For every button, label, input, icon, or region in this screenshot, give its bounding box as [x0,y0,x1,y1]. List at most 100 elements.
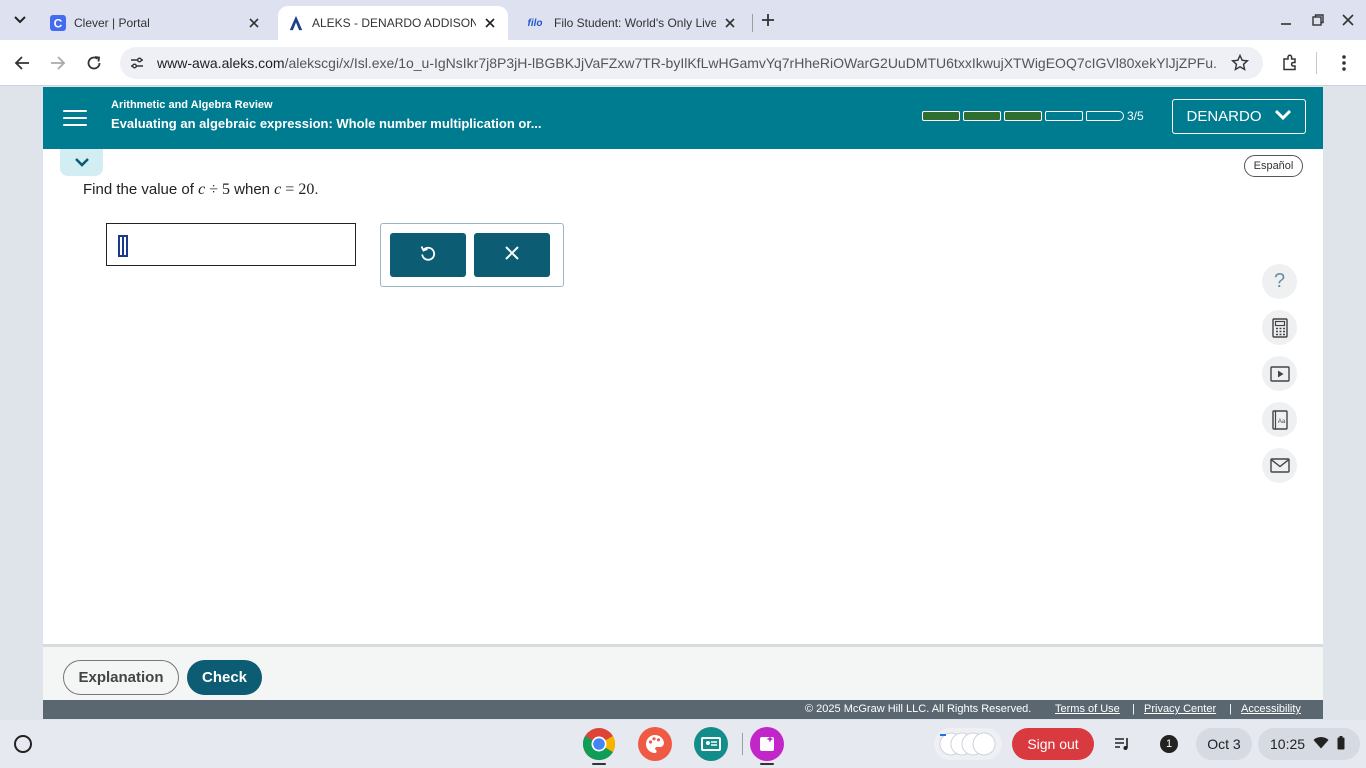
browser-toolbar: www-awa.aleks.com/alekscgi/x/Isl.exe/1o_… [0,40,1366,86]
more-menu-icon[interactable] [1332,51,1356,75]
espanol-button[interactable]: Español [1244,155,1303,177]
aleks-page: Arithmetic and Algebra Review Evaluating… [43,87,1323,719]
back-arrow-icon[interactable] [10,51,34,75]
tab-clever[interactable]: C Clever | Portal [40,6,272,40]
running-indicator [592,763,606,765]
tab-filo[interactable]: filo Filo Student: World's Only Live I [514,6,748,40]
answer-input[interactable] [106,223,356,266]
media-playlist-icon[interactable] [1108,728,1136,760]
tab-aleks[interactable]: ALEKS - DENARDO ADDISON - L [278,6,508,40]
undo-icon [419,244,437,267]
running-indicator [760,763,774,765]
tab-separator [752,14,753,32]
question-prefix: Find the value of [83,181,194,198]
classroom-icon[interactable] [694,727,728,761]
expr-operator: ÷ [209,181,218,198]
tab-title: ALEKS - DENARDO ADDISON - L [312,16,476,30]
aleks-header: Arithmetic and Algebra Review Evaluating… [43,87,1323,149]
url-text: www-awa.aleks.com/alekscgi/x/Isl.exe/1o_… [157,55,1217,71]
accessibility-link[interactable]: Accessibility [1241,703,1301,715]
toolbar-divider [1316,52,1317,74]
new-tab-plus-icon[interactable] [758,10,778,30]
reload-icon[interactable] [82,51,106,75]
copyright-text: © 2025 McGraw Hill LLC. All Rights Reser… [805,703,1032,715]
question-suffix: . [314,181,319,198]
user-name: DENARDO [1186,108,1262,125]
mail-icon[interactable] [1262,448,1297,483]
close-icon [504,245,520,266]
close-icon[interactable] [482,15,498,31]
progress-label: 3/5 [1127,109,1144,123]
text-cursor [122,237,124,255]
terms-link[interactable]: Terms of Use [1055,703,1120,715]
collapse-toggle[interactable] [60,149,103,176]
tab-strip: C Clever | Portal ALEKS - DENARDO ADDISO… [0,0,1366,40]
battery-icon [1337,735,1345,753]
chevron-down-icon [74,154,90,172]
os-shelf: Sign out 1 Oct 3 10:25 [0,720,1366,768]
notification-count: 1 [1160,735,1178,753]
tab-search-chevron-icon[interactable] [8,8,32,32]
expr-number: 5 [221,181,230,198]
launcher-icon[interactable] [14,735,32,753]
answer-tools-panel [380,223,564,287]
wifi-icon [1313,736,1329,752]
video-icon[interactable] [1262,356,1297,391]
question-middle: when [234,181,270,198]
filo-logo-icon: filo [527,17,543,29]
notification-badge[interactable]: 1 [1154,728,1184,760]
help-icon[interactable]: ? [1262,264,1297,299]
user-menu-button[interactable]: DENARDO [1172,99,1306,134]
check-button[interactable]: Check [187,660,262,695]
close-icon[interactable] [246,15,262,31]
bookmark-star-icon[interactable] [1231,54,1249,72]
cond-variable: c [274,181,282,198]
svg-text:Aa: Aa [1277,419,1285,425]
course-title: Arithmetic and Algebra Review [111,99,273,111]
clear-button[interactable] [474,233,550,277]
close-icon[interactable] [722,15,738,31]
hamburger-menu-icon[interactable] [63,102,91,134]
topic-title: Evaluating an algebraic expression: Whol… [111,116,542,131]
chevron-down-icon [1274,108,1292,125]
progress-segment [1004,111,1042,121]
progress-segment [963,111,1001,121]
svg-text:C: C [54,17,63,31]
url-host: www-awa.aleks.com [157,55,285,71]
shelf-divider [742,733,743,755]
clever-logo-icon: C [50,15,66,31]
legal-separator: | [1132,703,1135,715]
date-pill[interactable]: Oct 3 [1196,728,1252,760]
dictionary-icon[interactable]: Aa [1262,402,1297,437]
chrome-icon[interactable] [582,727,616,761]
privacy-link[interactable]: Privacy Center [1144,703,1216,715]
expression: c ÷ 5 [198,181,230,198]
tote-avatars[interactable] [934,728,1002,760]
restore-window-icon[interactable] [1308,10,1328,30]
address-bar[interactable]: www-awa.aleks.com/alekscgi/x/Isl.exe/1o_… [120,47,1263,79]
undo-button[interactable] [390,233,466,277]
cond-number: 20 [298,181,315,198]
legal-footer: © 2025 McGraw Hill LLC. All Rights Reser… [43,700,1323,719]
minimize-icon[interactable] [1276,10,1296,30]
question-text: Find the value of c ÷ 5 when c = 20. [83,181,318,199]
close-window-icon[interactable] [1338,10,1358,30]
progress-segment [1045,111,1083,121]
sign-out-button[interactable]: Sign out [1012,728,1094,760]
url-path: /alekscgi/x/Isl.exe/1o_u-IgNsIkr7j8P3jH-… [284,55,1217,71]
calculator-icon[interactable] [1262,310,1297,345]
progress-segment [922,111,960,121]
paint-icon[interactable] [638,727,672,761]
clock-time: 10:25 [1270,736,1306,752]
notes-icon[interactable] [750,727,784,761]
forward-arrow-icon[interactable] [46,51,70,75]
extensions-puzzle-icon[interactable] [1278,51,1302,75]
site-settings-icon[interactable] [128,54,146,72]
status-tray[interactable]: 10:25 [1258,728,1360,760]
explanation-button[interactable]: Explanation [63,660,179,695]
action-footer: Explanation Check [43,644,1323,700]
tab-title: Filo Student: World's Only Live I [554,16,716,30]
tab-title: Clever | Portal [74,16,150,30]
condition: c = 20 [274,181,314,198]
progress-segment [1086,111,1124,121]
